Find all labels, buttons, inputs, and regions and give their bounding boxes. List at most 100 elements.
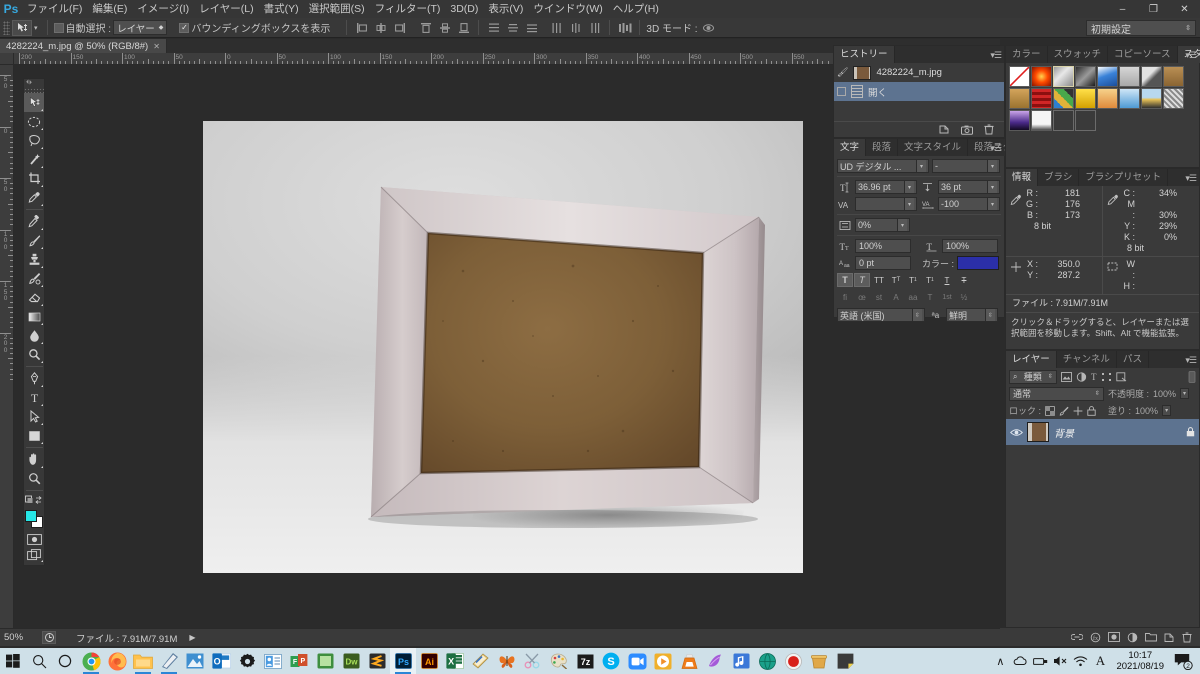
- red-stripes-style[interactable]: [1031, 88, 1052, 109]
- zoom-meeting-taskbar-icon[interactable]: [624, 648, 650, 674]
- menu-window[interactable]: ウインドウ(W): [528, 0, 607, 18]
- lock-transparency-icon[interactable]: [1045, 405, 1055, 416]
- font-size-input[interactable]: 36.96 pt ▾: [855, 180, 917, 194]
- gradient-tool[interactable]: [24, 307, 44, 326]
- 3d-orbit-icon[interactable]: [700, 20, 717, 36]
- onedrive-icon[interactable]: [1010, 648, 1030, 674]
- scissors-taskbar-icon[interactable]: [520, 648, 546, 674]
- eraser-tool[interactable]: [24, 288, 44, 307]
- tab-paths[interactable]: パス: [1116, 351, 1149, 368]
- pen-tool[interactable]: [24, 369, 44, 388]
- note-taskbar-icon[interactable]: [832, 648, 858, 674]
- path-selection-tool[interactable]: [24, 407, 44, 426]
- panel-menu-icon[interactable]: ▾☰: [990, 50, 1002, 61]
- align-horizontal-centers-icon[interactable]: [372, 20, 389, 36]
- palette-taskbar-icon[interactable]: [546, 648, 572, 674]
- quick-mask-mode-button[interactable]: [24, 531, 44, 547]
- align-bottom-edges-icon[interactable]: [455, 20, 472, 36]
- empty-style-1[interactable]: [1053, 110, 1074, 131]
- menu-filter[interactable]: フィルター(T): [370, 0, 446, 18]
- dodge-tool[interactable]: [24, 345, 44, 364]
- sky-blue-style[interactable]: [1119, 88, 1140, 109]
- auto-select-target-dropdown[interactable]: レイヤー ◆: [113, 20, 168, 35]
- tab-character-styles[interactable]: 文字スタイル: [898, 139, 969, 156]
- menu-layer[interactable]: レイヤー(L): [194, 0, 259, 18]
- outlook-taskbar-icon[interactable]: O: [208, 648, 234, 674]
- hand-tool[interactable]: [24, 450, 44, 469]
- move-tool[interactable]: [24, 93, 44, 112]
- selected-bevel-style[interactable]: [1053, 66, 1074, 87]
- distribute-bottom-edges-icon[interactable]: [523, 20, 540, 36]
- panel-menu-icon[interactable]: ▾☰: [1185, 355, 1197, 366]
- language-dropdown[interactable]: 英語 (米国) ⇳: [837, 308, 925, 322]
- align-top-edges-icon[interactable]: [417, 20, 434, 36]
- contacts-taskbar-icon[interactable]: [260, 648, 286, 674]
- blend-mode-dropdown[interactable]: 通常 ⇳: [1009, 386, 1104, 401]
- tab-history[interactable]: ヒストリー: [834, 46, 895, 63]
- tools-panel-header[interactable]: ⏴⏵: [24, 79, 44, 88]
- new-group-icon[interactable]: [1145, 632, 1157, 642]
- rectangle-tool[interactable]: [24, 426, 44, 445]
- subscript-button[interactable]: T1: [922, 273, 938, 287]
- start-button[interactable]: [0, 648, 26, 674]
- text-color-swatch[interactable]: [957, 256, 1000, 270]
- new-document-icon[interactable]: [939, 124, 950, 135]
- explorer-taskbar-icon[interactable]: [130, 648, 156, 674]
- wood-gold-style[interactable]: [1009, 88, 1030, 109]
- menu-file[interactable]: ファイル(F): [22, 0, 87, 18]
- anti-alias-dropdown[interactable]: 鮮明 ⇳: [946, 308, 998, 322]
- menu-select[interactable]: 選択範囲(S): [304, 0, 370, 18]
- lasso-tool[interactable]: [24, 131, 44, 150]
- menu-type[interactable]: 書式(Y): [259, 0, 304, 18]
- tab-paragraph[interactable]: 段落: [866, 139, 899, 156]
- vertical-scale-input[interactable]: 100%: [855, 239, 911, 253]
- media-player-taskbar-icon[interactable]: [650, 648, 676, 674]
- menu-image[interactable]: イメージ(I): [132, 0, 194, 18]
- grey-flat-style[interactable]: [1119, 66, 1140, 87]
- history-brush-tool[interactable]: [24, 269, 44, 288]
- horizontal-type-tool[interactable]: T: [24, 388, 44, 407]
- new-snapshot-icon[interactable]: [961, 125, 973, 135]
- eye-icon[interactable]: [1010, 428, 1023, 437]
- layer-filter-type-dropdown[interactable]: ⌕ 種類 ⇳: [1009, 369, 1057, 384]
- delete-icon[interactable]: [984, 124, 994, 135]
- delete-layer-icon[interactable]: [1182, 632, 1192, 643]
- tab-swatches[interactable]: スウォッチ: [1047, 46, 1109, 63]
- green-app-taskbar-icon[interactable]: [312, 648, 338, 674]
- menu-edit[interactable]: 編集(E): [87, 0, 132, 18]
- sunset-style[interactable]: [1097, 88, 1118, 109]
- close-button[interactable]: ✕: [1169, 0, 1200, 18]
- filter-toggle-switch[interactable]: [1188, 370, 1196, 383]
- music-taskbar-icon[interactable]: [728, 648, 754, 674]
- record-taskbar-icon[interactable]: [780, 648, 806, 674]
- firefox-taskbar-icon[interactable]: [104, 648, 130, 674]
- small-caps-button[interactable]: TT: [888, 273, 904, 287]
- pixel-filter-icon[interactable]: [1061, 371, 1072, 382]
- notification-center-button[interactable]: 2: [1170, 648, 1196, 674]
- document-size-icon[interactable]: [42, 631, 56, 644]
- titling-alternates-button[interactable]: aa: [905, 290, 921, 304]
- spot-healing-brush-tool[interactable]: [24, 212, 44, 231]
- tab-brush[interactable]: ブラシ: [1038, 169, 1080, 186]
- distribute-top-edges-icon[interactable]: [485, 20, 502, 36]
- history-state-checkbox[interactable]: [837, 87, 846, 96]
- settings-taskbar-icon[interactable]: [234, 648, 260, 674]
- zoom-level[interactable]: 50%: [4, 632, 38, 643]
- paint-taskbar-icon[interactable]: [468, 648, 494, 674]
- font-style-dropdown[interactable]: - ▾: [932, 159, 1000, 173]
- discretionary-ligatures-button[interactable]: œ: [854, 290, 870, 304]
- restore-button[interactable]: ❐: [1138, 0, 1169, 18]
- vlc-taskbar-icon[interactable]: [676, 648, 702, 674]
- faux-bold-button[interactable]: T: [837, 273, 853, 287]
- dark-metal-style[interactable]: [1075, 66, 1096, 87]
- wood-light-style[interactable]: [1163, 66, 1184, 87]
- lock-image-icon[interactable]: [1059, 406, 1069, 416]
- quick-mask-edit-toggle[interactable]: [24, 493, 44, 507]
- standard-ligatures-button[interactable]: fi: [837, 290, 853, 304]
- menu-view[interactable]: 表示(V): [483, 0, 528, 18]
- distribute-vertical-centers-icon[interactable]: [504, 20, 521, 36]
- ruler-corner[interactable]: [0, 53, 14, 65]
- purple-gradient-style[interactable]: [1009, 110, 1030, 131]
- swash-button[interactable]: st: [871, 290, 887, 304]
- type-filter-icon[interactable]: T: [1091, 372, 1097, 382]
